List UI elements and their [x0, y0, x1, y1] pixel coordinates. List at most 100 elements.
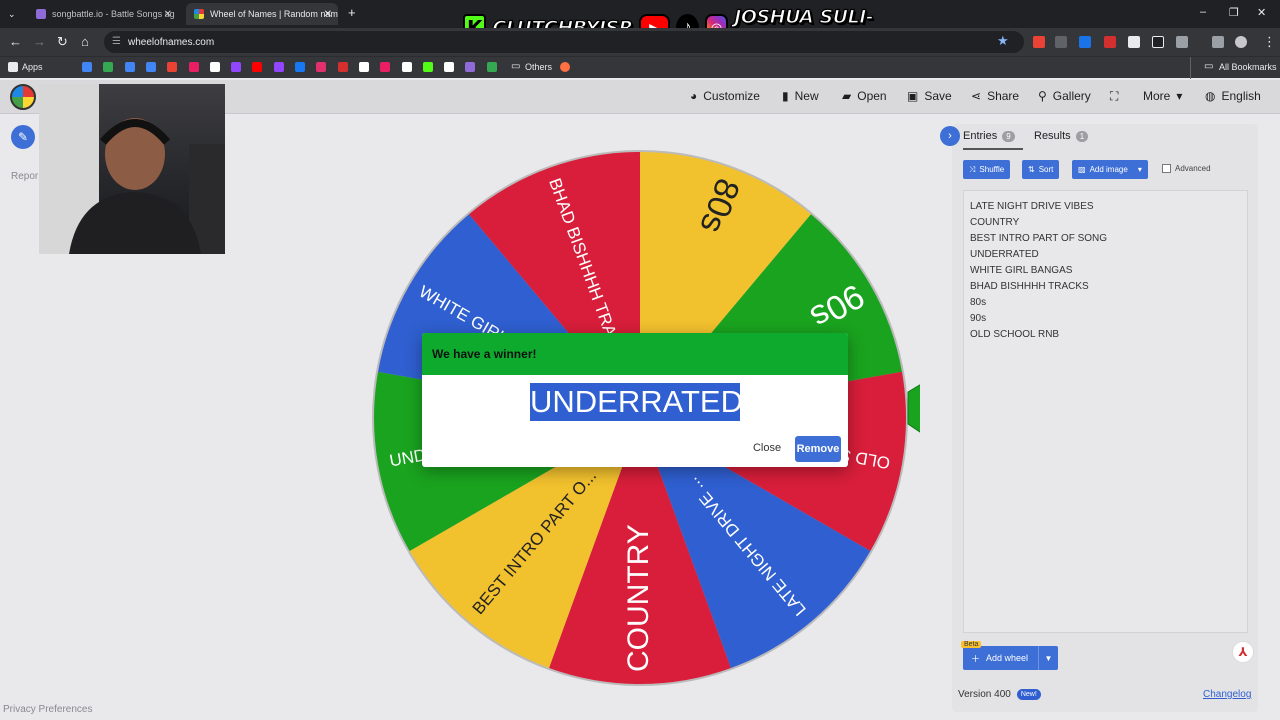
tab-entries[interactable]: Entries 9 — [963, 130, 1015, 142]
bookmark-site-icon[interactable] — [273, 62, 284, 72]
minimize-icon[interactable]: – — [1200, 6, 1206, 18]
wheel-logo-icon[interactable] — [10, 84, 36, 110]
back-arrow-icon[interactable]: ← — [9, 34, 22, 50]
gallery-label: Gallery — [1052, 89, 1091, 103]
extensions-puzzle-icon[interactable] — [1176, 36, 1188, 48]
bookmark-site-icon[interactable] — [444, 62, 455, 72]
search-icon: ⚲ — [1038, 89, 1047, 103]
save-label: Save — [924, 89, 952, 103]
tab-search-chevron-icon[interactable]: ⌄ — [8, 6, 16, 22]
bookmark-site-icon[interactable] — [145, 62, 156, 72]
caret-down-icon: ▾ — [1176, 89, 1183, 103]
share-button[interactable]: ⋖ Share — [971, 89, 1019, 103]
bookmark-site-icon[interactable] — [231, 62, 242, 72]
forward-arrow-icon[interactable]: → — [33, 34, 46, 50]
bookmark-star-icon[interactable]: ★ — [997, 33, 1009, 49]
add-image-button[interactable]: ▨ Add image ▾ — [1072, 160, 1148, 179]
songbattle-favicon-icon — [36, 9, 46, 19]
close-tab-icon[interactable]: ✕ — [324, 9, 332, 20]
language-button[interactable]: ◍ English — [1205, 89, 1261, 103]
wheel-pointer-icon — [907, 384, 920, 433]
close-button[interactable]: Close — [748, 436, 786, 460]
url-field[interactable]: ☰ wheelofnames.com — [104, 31, 1024, 53]
browser-menu-icon[interactable]: ⋮ — [1263, 34, 1276, 50]
close-tab-icon[interactable]: ✕ — [164, 9, 172, 20]
winner-name[interactable]: UNDERRATED — [530, 383, 743, 421]
entry-line: LATE NIGHT DRIVE VIBES — [970, 201, 1094, 212]
browser-tab-wheelofnames[interactable]: Wheel of Names | Random nam ✕ — [186, 3, 338, 25]
browser-tab-songbattle[interactable]: songbattle.io - Battle Songs ag ✕ — [28, 3, 178, 25]
extension-icon[interactable] — [1055, 36, 1067, 48]
advanced-checkbox[interactable]: Advanced — [1162, 164, 1211, 173]
profile-avatar-icon[interactable] — [1235, 36, 1247, 48]
caret-down-icon[interactable]: ▼ — [1038, 646, 1058, 670]
restore-icon[interactable]: ❐ — [1229, 6, 1239, 19]
apps-grid-icon[interactable] — [8, 62, 18, 72]
changelog-link[interactable]: Changelog — [1203, 689, 1251, 700]
bookmark-folder-others[interactable]: Others — [525, 62, 552, 72]
pdf-icon[interactable]: ⅄ — [1232, 641, 1254, 663]
new-button[interactable]: ▮ New — [782, 89, 819, 103]
sort-button[interactable]: ⇅ Sort — [1022, 160, 1060, 179]
bookmark-site-icon[interactable] — [380, 62, 391, 72]
reload-icon[interactable]: ↻ — [57, 34, 68, 50]
bookmark-site-icon[interactable] — [209, 62, 220, 72]
bookmark-site-icon[interactable] — [316, 62, 327, 72]
home-icon[interactable]: ⌂ — [81, 34, 89, 50]
report-label[interactable]: Repor — [11, 171, 38, 182]
extension-icon[interactable] — [1079, 36, 1091, 48]
floppy-icon: ▣ — [907, 89, 919, 103]
entries-textarea[interactable]: LATE NIGHT DRIVE VIBES COUNTRY BEST INTRO … — [963, 190, 1248, 633]
add-wheel-button[interactable]: ＋ Add wheel ▼ — [963, 646, 1058, 670]
media-control-icon[interactable] — [1212, 36, 1224, 48]
more-menu-button[interactable]: More ▾ — [1143, 89, 1182, 103]
gallery-button[interactable]: ⚲ Gallery — [1038, 89, 1091, 103]
entry-line: BHAD BISHHHH TRACKS — [970, 281, 1089, 292]
collapse-panel-button[interactable]: › — [940, 126, 960, 146]
extension-icon[interactable] — [1104, 36, 1116, 48]
extension-icon[interactable] — [1033, 36, 1045, 48]
save-button[interactable]: ▣ Save — [907, 89, 952, 103]
privacy-preferences-link[interactable]: Privacy Preferences — [3, 704, 92, 715]
bookmark-site-icon[interactable] — [82, 62, 92, 72]
open-button[interactable]: ▰ Open — [842, 89, 887, 103]
fullscreen-button[interactable]: ⛶ — [1110, 89, 1118, 104]
extension-icon[interactable] — [1128, 36, 1140, 48]
bookmark-site-icon[interactable] — [560, 62, 570, 72]
add-image-label: Add image — [1089, 165, 1128, 174]
url-text: wheelofnames.com — [128, 36, 215, 48]
bookmark-site-icon[interactable] — [401, 62, 412, 72]
bookmark-apps[interactable]: Apps — [22, 62, 43, 72]
new-tab-button[interactable]: + — [348, 5, 356, 20]
bookmark-site-icon[interactable] — [167, 62, 178, 72]
version-label: Version 400 — [958, 689, 1011, 700]
shuffle-button[interactable]: ⤨ Shuffle — [963, 160, 1011, 179]
site-info-icon[interactable]: ☰ — [112, 36, 121, 47]
all-bookmarks[interactable]: All Bookmarks — [1219, 62, 1277, 72]
tab-results[interactable]: Results 1 — [1034, 130, 1089, 142]
bookmark-site-icon[interactable] — [103, 62, 114, 72]
bookmark-site-icon[interactable] — [295, 62, 305, 72]
edit-pencil-button[interactable]: ✎ — [11, 125, 35, 149]
shuffle-icon: ⤨ — [969, 164, 976, 174]
bookmark-site-icon[interactable] — [124, 62, 135, 72]
remove-button[interactable]: Remove — [795, 436, 841, 462]
bookmark-site-icon[interactable] — [486, 62, 497, 72]
bookmark-site-icon[interactable] — [252, 62, 263, 72]
webcam-feed — [39, 84, 225, 254]
customize-button[interactable]: ◕ Customize — [690, 89, 760, 103]
advanced-label: Advanced — [1175, 164, 1211, 173]
bookmark-site-icon[interactable] — [358, 62, 369, 72]
bookmark-site-icon[interactable] — [188, 62, 199, 72]
entries-count-badge: 9 — [1002, 130, 1015, 142]
window-close-icon[interactable]: ✕ — [1257, 6, 1266, 19]
entry-line: 80s — [970, 297, 987, 308]
entry-line: OLD SCHOOL RNB — [970, 329, 1060, 340]
bookmark-site-icon[interactable] — [465, 62, 476, 72]
chevron-right-icon: › — [948, 130, 952, 142]
bookmark-site-icon[interactable] — [422, 62, 433, 72]
globe-icon: ◍ — [1205, 89, 1216, 103]
extension-icon[interactable] — [1152, 36, 1164, 48]
bookmarks-divider — [1190, 57, 1191, 79]
bookmark-site-icon[interactable] — [337, 62, 348, 72]
